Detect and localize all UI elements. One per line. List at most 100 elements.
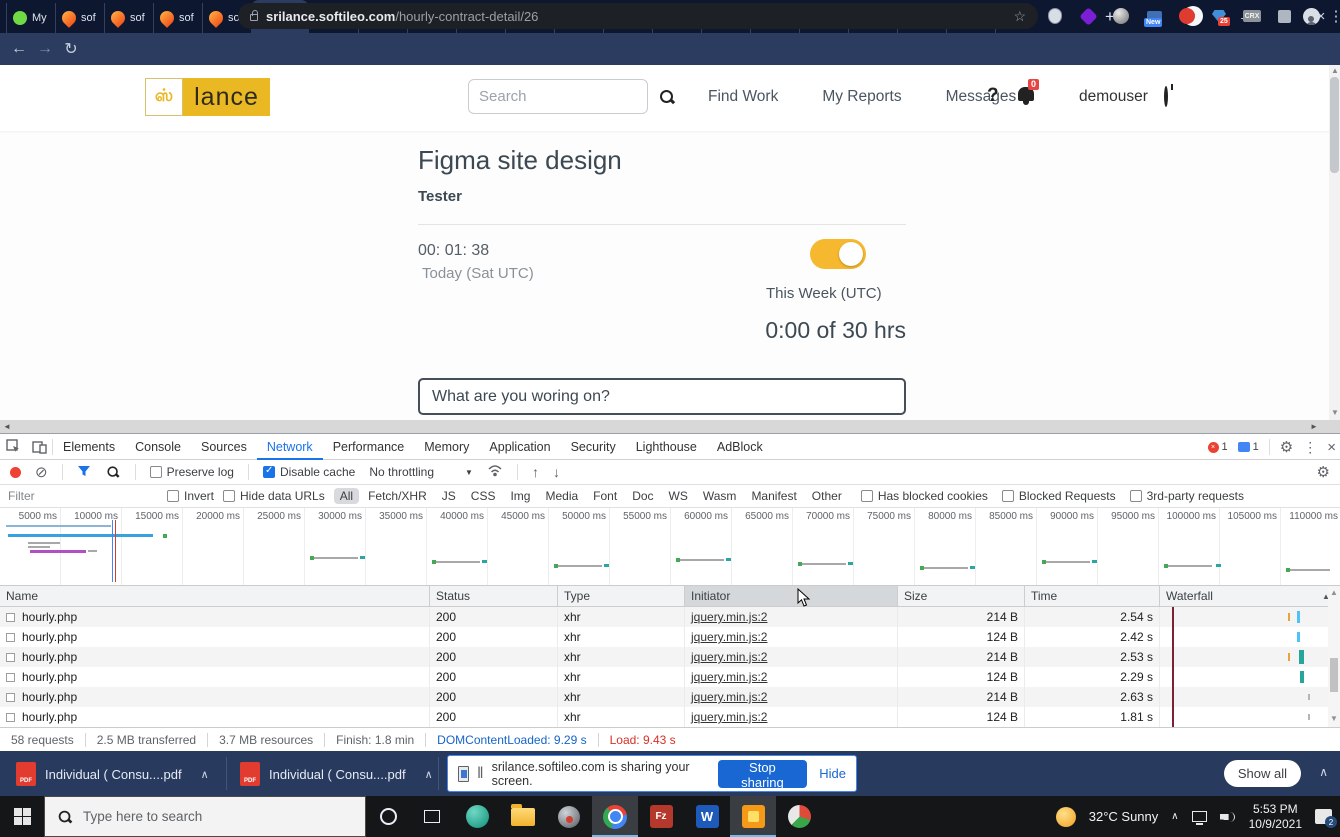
- devtools-tab[interactable]: Security: [561, 434, 626, 460]
- address-bar[interactable]: srilance.softileo.com/hourly-contract-de…: [238, 3, 1038, 29]
- chrome-icon[interactable]: [592, 796, 638, 837]
- resource-type-filter[interactable]: CSS: [465, 488, 502, 504]
- hide-sharing-link[interactable]: Hide: [819, 766, 846, 781]
- page-horizontal-scrollbar[interactable]: ◄ ►: [0, 420, 1340, 433]
- page-vertical-scrollbar[interactable]: ▲ ▼: [1329, 65, 1340, 420]
- tray-chevron-icon[interactable]: ∧: [1171, 811, 1178, 822]
- initiator-link[interactable]: jquery.min.js:2: [691, 610, 767, 624]
- resource-type-filter[interactable]: Font: [587, 488, 623, 504]
- column-header-waterfall[interactable]: Waterfall: [1160, 586, 1340, 606]
- column-header-initiator[interactable]: Initiator: [685, 586, 898, 606]
- devtools-settings-icon[interactable]: ⚙: [1280, 438, 1293, 456]
- scroll-right-icon[interactable]: ►: [1310, 422, 1318, 431]
- sublime-icon[interactable]: [454, 796, 500, 837]
- import-har-icon[interactable]: ↑: [532, 464, 539, 480]
- resource-type-filter[interactable]: Other: [806, 488, 848, 504]
- page-url[interactable]: srilance.softileo.com/hourly-contract-de…: [266, 9, 538, 24]
- blocker-extension-icon[interactable]: [1176, 5, 1198, 27]
- initiator-link[interactable]: jquery.min.js:2: [691, 650, 767, 664]
- disable-cache-checkbox[interactable]: Disable cache: [263, 465, 355, 479]
- help-icon[interactable]: ?: [987, 85, 999, 107]
- network-overview-timeline[interactable]: 5000 ms 10000 ms 15000 ms 20000 ms 25000…: [0, 508, 1340, 586]
- filter-funnel-icon[interactable]: [77, 465, 91, 480]
- network-filter-input[interactable]: [8, 489, 158, 503]
- column-header-size[interactable]: Size: [898, 586, 1025, 606]
- scroll-down-icon[interactable]: ▼: [1330, 714, 1338, 723]
- new-extension-icon[interactable]: New: [1143, 5, 1165, 27]
- console-errors-badge[interactable]: ×1: [1208, 441, 1228, 453]
- network-request-row[interactable]: hourly.php 200 xhr jquery.min.js:2 124 B…: [0, 707, 1340, 727]
- site-nav-link[interactable]: Messages: [946, 88, 1017, 106]
- record-network-log-button[interactable]: [10, 467, 21, 478]
- devtools-tab[interactable]: Elements: [53, 434, 125, 460]
- resource-type-filter[interactable]: Media: [539, 488, 584, 504]
- scroll-thumb[interactable]: [1330, 658, 1338, 692]
- request-name-cell[interactable]: hourly.php: [0, 707, 430, 727]
- site-nav-link[interactable]: Find Work: [708, 88, 778, 106]
- initiator-link[interactable]: jquery.min.js:2: [691, 630, 767, 644]
- search-network-icon[interactable]: [106, 466, 119, 479]
- site-logo[interactable]: ஸ் lance: [145, 78, 270, 116]
- resource-type-filter[interactable]: Fetch/XHR: [362, 488, 433, 504]
- chrome-ball-icon[interactable]: [776, 796, 822, 837]
- username[interactable]: demouser: [1079, 88, 1148, 106]
- download-item[interactable]: PDF Individual ( Consu....pdf ∧: [16, 759, 209, 789]
- devtools-tab[interactable]: AdBlock: [707, 434, 773, 460]
- network-request-row[interactable]: hourly.php 200 xhr jquery.min.js:2 124 B…: [0, 627, 1340, 647]
- task-view-button[interactable]: [410, 796, 454, 837]
- request-name-cell[interactable]: hourly.php: [0, 647, 430, 667]
- taskbar-clock[interactable]: 5:53 PM 10/9/2021: [1249, 802, 1302, 832]
- inspect-element-icon[interactable]: [0, 439, 26, 454]
- devtools-tab[interactable]: Performance: [323, 434, 415, 460]
- action-center-icon[interactable]: 2: [1315, 809, 1332, 824]
- resource-type-filter[interactable]: Wasm: [697, 488, 743, 504]
- filezilla-icon[interactable]: Fz: [638, 796, 684, 837]
- column-header-type[interactable]: Type: [558, 586, 685, 606]
- file-explorer-icon[interactable]: [500, 796, 546, 837]
- taskbar-search[interactable]: Type here to search: [44, 796, 366, 837]
- device-toolbar-icon[interactable]: [26, 440, 52, 454]
- request-name-cell[interactable]: hourly.php: [0, 667, 430, 687]
- clear-network-log-icon[interactable]: ⊘: [35, 463, 48, 481]
- reload-button[interactable]: ↻: [58, 39, 84, 59]
- stop-sharing-button[interactable]: Stop sharing: [718, 760, 808, 788]
- browser-tab[interactable]: sof: [55, 3, 104, 33]
- lock-icon[interactable]: [250, 14, 258, 21]
- devtools-menu-icon[interactable]: ⋮: [1303, 439, 1317, 456]
- show-all-downloads-button[interactable]: Show all: [1224, 760, 1301, 787]
- forward-button[interactable]: →: [32, 40, 58, 58]
- devtools-tab[interactable]: Lighthouse: [626, 434, 707, 460]
- hide-data-urls-checkbox[interactable]: Hide data URLs: [223, 489, 325, 503]
- export-har-icon[interactable]: ↓: [553, 464, 560, 480]
- devtools-tab[interactable]: Console: [125, 434, 191, 460]
- show-all-chevron-icon[interactable]: ∧: [1319, 765, 1328, 779]
- profile-avatar[interactable]: [1300, 5, 1322, 27]
- word-icon[interactable]: W: [684, 796, 730, 837]
- resource-type-filter[interactable]: JS: [436, 488, 462, 504]
- capture-app-icon[interactable]: [730, 796, 776, 837]
- filter-checkbox[interactable]: Blocked Requests: [1002, 489, 1116, 503]
- network-conditions-icon[interactable]: [487, 464, 503, 480]
- sphere-extension-icon[interactable]: [1110, 5, 1132, 27]
- download-menu-chevron-icon[interactable]: ∧: [201, 768, 209, 781]
- bookmark-star-icon[interactable]: ☆: [1013, 8, 1026, 25]
- devtools-close-icon[interactable]: ×: [1327, 439, 1336, 456]
- network-request-row[interactable]: hourly.php 200 xhr jquery.min.js:2 214 B…: [0, 607, 1340, 627]
- extensions-puzzle-icon[interactable]: [1273, 5, 1295, 27]
- task-description-input[interactable]: [418, 378, 906, 415]
- column-header-time[interactable]: Time: [1025, 586, 1160, 606]
- download-item[interactable]: PDF Individual ( Consu....pdf ∧: [240, 759, 433, 789]
- devtools-tab[interactable]: Application: [479, 434, 560, 460]
- download-filename[interactable]: Individual ( Consu....pdf: [269, 767, 406, 782]
- scroll-left-icon[interactable]: ◄: [3, 422, 11, 431]
- site-search-input[interactable]: [468, 79, 648, 114]
- weather-sun-icon[interactable]: [1056, 807, 1076, 827]
- initiator-link[interactable]: jquery.min.js:2: [691, 710, 767, 724]
- column-header-name[interactable]: Name: [0, 586, 430, 606]
- browser-menu-icon[interactable]: ⋮: [1325, 5, 1340, 27]
- scroll-up-icon[interactable]: ▲: [1330, 588, 1338, 597]
- network-table-scrollbar[interactable]: ▲ ▼: [1328, 586, 1340, 727]
- back-button[interactable]: ←: [6, 40, 32, 58]
- invert-checkbox[interactable]: Invert: [167, 489, 214, 503]
- filter-checkbox[interactable]: 3rd-party requests: [1130, 489, 1244, 503]
